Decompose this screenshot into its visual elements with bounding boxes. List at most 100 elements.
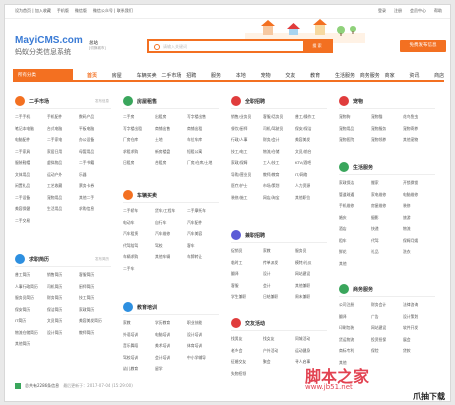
category-link[interactable]: 翻译 xyxy=(231,271,263,277)
nav-item[interactable]: 商家 xyxy=(385,72,410,79)
category-link[interactable]: 印刷包装 xyxy=(339,325,371,331)
category-link[interactable]: 票务卡券 xyxy=(79,183,111,189)
category-link[interactable]: 网店/淘宝 xyxy=(263,195,295,201)
nav-item[interactable]: 生活服务 xyxy=(335,72,360,79)
category-link[interactable]: 教师简历 xyxy=(79,330,111,336)
category-link[interactable]: 电脑培训 xyxy=(155,332,187,338)
nav-item[interactable]: 房屋 xyxy=(112,72,137,79)
category-link[interactable]: 虚拟物品 xyxy=(47,160,79,166)
category-link[interactable]: 快递 xyxy=(371,226,403,232)
category-link[interactable]: 教师/教育 xyxy=(263,172,295,178)
section-title[interactable]: 教育培训 xyxy=(137,304,157,311)
category-link[interactable]: 找女友 xyxy=(263,336,295,342)
category-link[interactable]: 数码产品 xyxy=(79,114,111,120)
category-link[interactable]: 商铺出租 xyxy=(187,126,219,132)
contact-link[interactable]: 微信公众号 | 联系我们 xyxy=(93,8,133,14)
category-link[interactable]: 客服简历 xyxy=(79,272,111,278)
category-link[interactable]: 网站建设 xyxy=(295,271,327,277)
category-link[interactable]: 宠物服务 xyxy=(371,126,403,132)
category-link[interactable]: 宠物寄养 xyxy=(403,126,435,132)
category-link[interactable]: 驾校培训 xyxy=(123,355,155,361)
category-link[interactable]: 生活用品 xyxy=(47,206,79,212)
category-link[interactable]: 二手家具 xyxy=(15,149,47,155)
section-title[interactable]: 生活服务 xyxy=(353,164,373,171)
category-link[interactable]: 写字楼出售 xyxy=(187,114,219,120)
section-title[interactable]: 兼职招聘 xyxy=(245,232,265,239)
category-link[interactable]: 体育培训 xyxy=(187,343,219,349)
category-link[interactable]: 技工/电工 xyxy=(231,149,263,155)
category-link[interactable]: 其他 xyxy=(339,261,371,267)
category-link[interactable]: 货运物流 xyxy=(339,337,371,343)
category-link[interactable]: 美容美发简历 xyxy=(79,318,111,324)
category-link[interactable]: 其他二手 xyxy=(79,195,111,201)
category-link[interactable]: 礼品 xyxy=(371,249,403,255)
category-link[interactable]: 汽车维修 xyxy=(155,231,187,237)
category-link[interactable]: 文员/前台 xyxy=(295,149,327,155)
post-free-button[interactable]: 免费发布信息 xyxy=(400,40,446,52)
category-link[interactable]: 销售/业务员 xyxy=(231,114,263,120)
category-link[interactable]: KTV/酒吧 xyxy=(295,160,327,166)
category-link[interactable]: 客服 xyxy=(231,283,263,289)
category-link[interactable]: 翻译 xyxy=(339,314,371,320)
category-link[interactable]: 服装鞋帽 xyxy=(15,160,47,166)
category-link[interactable]: 二手家电 xyxy=(47,137,79,143)
category-link[interactable]: 司机简历 xyxy=(47,284,79,290)
nav-item[interactable]: 教育 xyxy=(310,72,335,79)
category-link[interactable]: 幼儿教育 xyxy=(123,366,155,372)
category-link[interactable]: 土地 xyxy=(155,137,187,143)
category-link[interactable]: 服务员简历 xyxy=(15,295,47,301)
category-link[interactable]: 设计简历 xyxy=(47,330,79,336)
category-link[interactable]: 日租房 xyxy=(123,160,155,166)
category-link[interactable]: 搬家 xyxy=(371,180,403,186)
category-link[interactable]: 电动车 xyxy=(123,220,155,226)
nav-item[interactable]: 宠物 xyxy=(261,72,286,79)
search-button[interactable]: 搜 索 xyxy=(303,41,331,51)
category-link[interactable]: 运动户外 xyxy=(47,172,79,178)
category-link[interactable]: 文体用品 xyxy=(15,172,47,178)
category-link[interactable]: 餐饮/厨师 xyxy=(231,126,263,132)
category-link[interactable]: 其他兼职 xyxy=(295,283,327,289)
category-link[interactable]: 洗衣 xyxy=(403,249,435,255)
category-link[interactable]: 医疗/护士 xyxy=(231,183,263,189)
category-link[interactable]: 笔记本电脑 xyxy=(15,126,47,132)
category-link[interactable]: 宠物用品 xyxy=(339,126,371,132)
category-link[interactable]: 电脑配件 xyxy=(15,137,47,143)
section-title[interactable]: 求职简历 xyxy=(29,256,49,263)
category-link[interactable]: 司机/驾驶员 xyxy=(263,126,295,132)
section-title[interactable]: 交友活动 xyxy=(245,320,265,327)
category-link[interactable]: 厨师简历 xyxy=(79,284,111,290)
category-link[interactable]: 家教 xyxy=(123,320,155,326)
category-link[interactable]: 文员简历 xyxy=(47,318,79,324)
section-more-link[interactable]: 发布信息 xyxy=(95,99,109,104)
category-link[interactable]: 聚会 xyxy=(263,359,295,365)
city-switcher[interactable]: 总站 [切换城市] xyxy=(89,40,106,51)
category-link[interactable]: IT/网络 xyxy=(295,172,327,178)
category-link[interactable]: 户外活动 xyxy=(263,348,295,354)
category-link[interactable]: 宠物领养 xyxy=(371,137,403,143)
category-link[interactable]: 会计培训 xyxy=(155,355,187,361)
category-link[interactable]: 酒店 xyxy=(339,226,371,232)
member-link[interactable]: 会员中心 xyxy=(410,8,426,14)
category-link[interactable]: 保险 xyxy=(371,348,403,354)
category-link[interactable]: 其他职位 xyxy=(295,195,327,201)
category-link[interactable]: 汽车美容 xyxy=(187,231,219,237)
category-link[interactable]: 合租房 xyxy=(155,160,187,166)
section-title[interactable]: 车辆买卖 xyxy=(137,192,157,199)
nav-item[interactable]: 招聘 xyxy=(186,72,211,79)
register-link[interactable]: 注册 xyxy=(394,8,402,14)
category-link[interactable]: 货车/工程车 xyxy=(155,208,187,214)
category-link[interactable]: 周末兼职 xyxy=(295,294,327,300)
category-link[interactable]: 车位车库 xyxy=(187,137,219,143)
category-link[interactable]: 市场/策划 xyxy=(263,183,295,189)
category-link[interactable]: 家政简历 xyxy=(79,307,111,313)
category-link[interactable]: 婚庆 xyxy=(339,215,371,221)
category-link[interactable]: 美容美发 xyxy=(295,137,327,143)
category-link[interactable]: 宠物用品 xyxy=(47,195,79,201)
category-link[interactable]: 家电维修 xyxy=(371,192,403,198)
search-box[interactable]: 请输入关键词 搜 索 xyxy=(147,39,333,53)
category-link[interactable]: 行政/人事 xyxy=(231,137,263,143)
category-link[interactable]: 物流仓储简历 xyxy=(15,330,47,336)
category-link[interactable]: 台式电脑 xyxy=(47,126,79,132)
category-link[interactable]: 宠物狗 xyxy=(339,114,371,120)
category-link[interactable]: 家政/保姆 xyxy=(231,160,263,166)
